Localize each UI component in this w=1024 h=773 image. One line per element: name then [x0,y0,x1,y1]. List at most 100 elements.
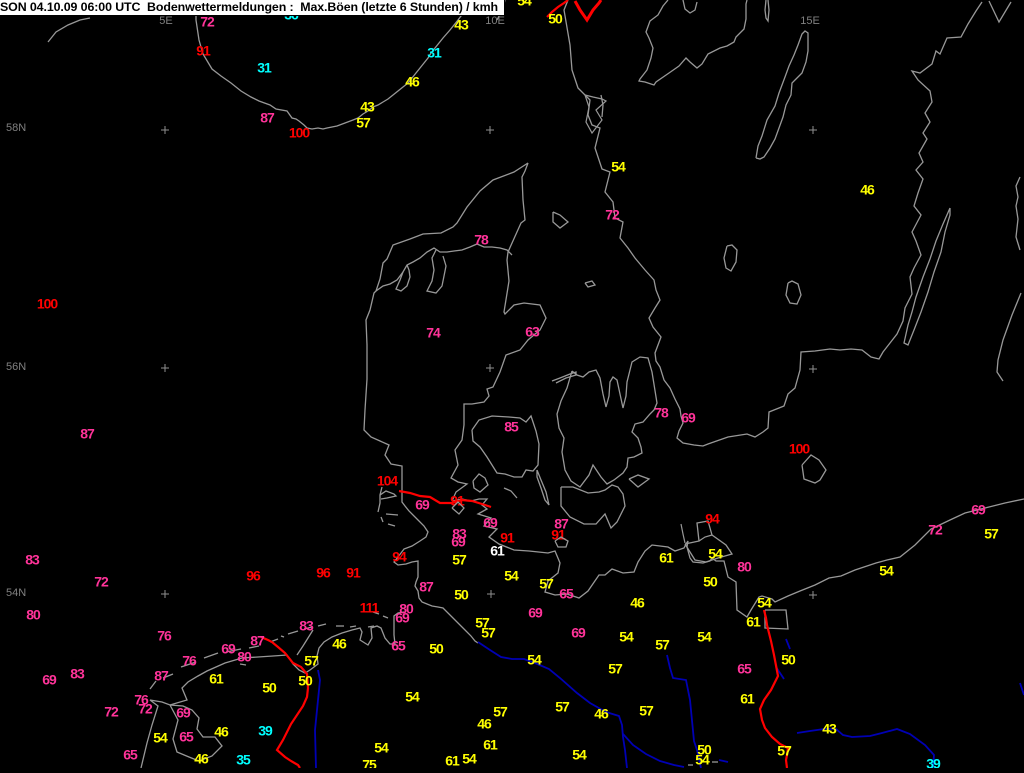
svg-text:91: 91 [196,43,211,59]
svg-text:61: 61 [445,753,460,769]
svg-text:50: 50 [298,673,313,689]
svg-text:104: 104 [377,473,399,489]
svg-text:100: 100 [789,441,811,457]
svg-text:10E: 10E [485,15,505,27]
svg-text:100: 100 [289,125,311,141]
svg-text:91: 91 [346,565,361,581]
svg-text:54N: 54N [6,587,26,599]
svg-text:5E: 5E [159,15,172,27]
svg-text:69: 69 [176,705,191,721]
svg-text:54: 54 [462,751,477,767]
svg-text:65: 65 [737,661,752,677]
svg-text:80: 80 [26,607,41,623]
svg-text:96: 96 [246,568,261,584]
svg-text:69: 69 [42,672,57,688]
svg-text:50: 50 [429,641,444,657]
svg-text:61: 61 [490,543,505,559]
svg-text:57: 57 [655,637,670,653]
svg-text:43: 43 [822,721,837,737]
svg-text:54: 54 [405,689,420,705]
svg-text:46: 46 [477,716,492,732]
svg-text:63: 63 [525,324,540,340]
svg-text:72: 72 [605,207,620,223]
svg-text:57: 57 [639,703,654,719]
svg-text:50: 50 [781,652,796,668]
svg-text:87: 87 [80,426,95,442]
svg-text:57: 57 [304,653,319,669]
svg-text:69: 69 [221,641,236,657]
svg-text:57: 57 [539,576,554,592]
svg-text:54: 54 [619,629,634,645]
svg-text:78: 78 [474,232,489,248]
svg-text:31: 31 [257,60,272,76]
svg-text:46: 46 [332,636,347,652]
svg-text:31: 31 [427,45,442,61]
svg-text:72: 72 [94,574,109,590]
svg-text:87: 87 [154,668,169,684]
svg-text:54: 54 [697,629,712,645]
svg-text:54: 54 [757,595,772,611]
svg-text:54: 54 [517,0,532,9]
svg-text:50: 50 [548,11,563,27]
svg-text:57: 57 [493,704,508,720]
svg-text:35: 35 [236,752,251,768]
svg-text:69: 69 [681,410,696,426]
svg-text:46: 46 [630,595,645,611]
svg-text:46: 46 [594,706,609,722]
svg-text:57: 57 [481,625,496,641]
svg-text:78: 78 [654,405,669,421]
svg-text:50: 50 [703,574,718,590]
svg-text:65: 65 [391,638,406,654]
svg-text:83: 83 [299,618,314,634]
svg-text:65: 65 [123,747,138,763]
svg-text:54: 54 [611,159,626,175]
svg-text:76: 76 [157,628,172,644]
svg-text:87: 87 [250,633,265,649]
svg-text:87: 87 [419,579,434,595]
svg-text:75: 75 [362,757,377,769]
svg-text:87: 87 [260,110,275,126]
svg-text:61: 61 [209,671,224,687]
svg-text:111: 111 [360,600,380,616]
svg-text:46: 46 [405,74,420,90]
svg-text:57: 57 [777,743,792,759]
svg-text:54: 54 [879,563,894,579]
svg-text:57: 57 [984,526,999,542]
svg-text:46: 46 [194,751,209,767]
svg-text:83: 83 [70,666,85,682]
svg-text:61: 61 [740,691,755,707]
svg-text:80: 80 [237,649,252,665]
svg-text:56N: 56N [6,361,26,373]
svg-text:61: 61 [659,550,674,566]
svg-text:69: 69 [395,610,410,626]
svg-text:69: 69 [971,502,986,518]
svg-text:80: 80 [737,559,752,575]
svg-text:46: 46 [860,182,875,198]
svg-text:72: 72 [928,522,943,538]
svg-text:54: 54 [153,730,168,746]
svg-text:39: 39 [926,756,941,769]
svg-text:15E: 15E [800,15,820,27]
svg-text:72: 72 [138,701,153,717]
svg-text:69: 69 [528,605,543,621]
svg-text:43: 43 [454,17,469,33]
svg-text:94: 94 [392,549,407,565]
svg-text:94: 94 [705,511,720,527]
svg-text:74: 74 [426,325,441,341]
svg-text:65: 65 [179,729,194,745]
svg-text:54: 54 [504,568,519,584]
svg-text:57: 57 [555,699,570,715]
svg-text:100: 100 [37,296,59,312]
svg-text:58N: 58N [6,122,26,134]
svg-text:54: 54 [527,652,542,668]
svg-text:61: 61 [483,737,498,753]
svg-text:72: 72 [104,704,119,720]
svg-text:43: 43 [360,99,375,115]
svg-text:50: 50 [262,680,277,696]
svg-text:46: 46 [214,724,229,740]
svg-text:50: 50 [454,587,469,603]
svg-text:54: 54 [374,740,389,756]
svg-text:76: 76 [182,653,197,669]
svg-text:69: 69 [415,497,430,513]
svg-text:57: 57 [608,661,623,677]
